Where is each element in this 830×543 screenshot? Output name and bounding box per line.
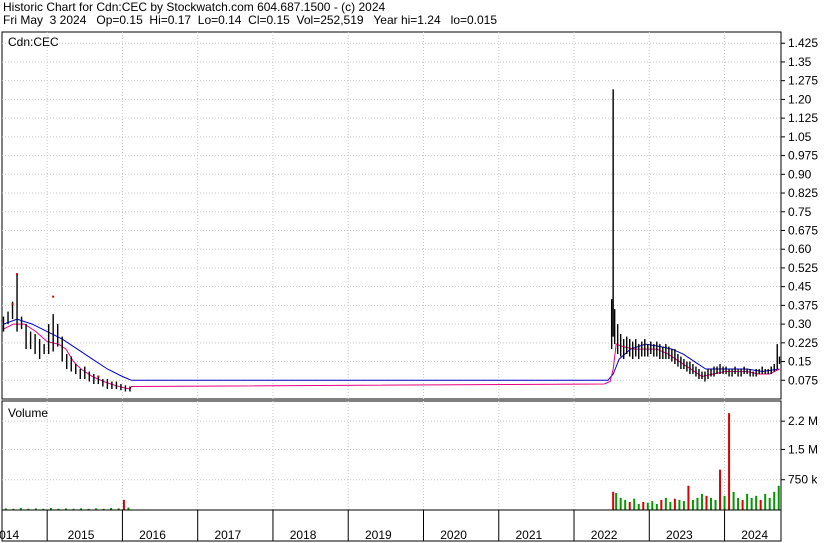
volume-bar [773, 491, 776, 510]
year-label: 2024 [741, 528, 768, 542]
year-label: 2016 [139, 528, 166, 542]
volume-bar [642, 501, 645, 510]
volume-bar [615, 493, 618, 510]
price-marker [11, 303, 14, 306]
volume-tick-label: 1.5 M [788, 442, 818, 456]
volume-bar [696, 497, 699, 510]
price-marker [97, 375, 100, 378]
volume-bar [687, 485, 690, 510]
volume-bar [628, 501, 631, 510]
price-panel: 1.425 1.35 1.275 1.20 1.125 1.05 0.975 0.90 0.82… [1, 31, 818, 400]
price-tick-label: 0.225 [788, 336, 818, 350]
year-label: 2020 [440, 528, 467, 542]
volume-bar [741, 499, 744, 510]
volume-bar [664, 497, 667, 510]
price-tick-label: 0.15 [788, 355, 812, 369]
volume-bar [728, 413, 731, 510]
price-tick-label: 0.975 [788, 149, 818, 163]
year-label: 2019 [365, 528, 392, 542]
volume-bar [678, 499, 681, 510]
price-panel-frame [1, 31, 782, 400]
price-axis: 1.425 1.35 1.275 1.20 1.125 1.05 0.975 0.90 0.82… [781, 36, 818, 387]
volume-bar [646, 502, 649, 510]
volume-bar [710, 497, 713, 510]
price-marker [52, 295, 55, 298]
price-marker [16, 273, 19, 276]
year-label: 2015 [68, 528, 95, 542]
volume-bar [737, 497, 740, 510]
volume-label: Volume [8, 406, 48, 420]
price-tick-label: 0.60 [788, 242, 812, 256]
price-tick-label: 1.425 [788, 36, 818, 50]
volume-tick-label: 2.2 M [788, 414, 818, 428]
price-tick-label: 0.90 [788, 167, 812, 181]
volume-bar [682, 501, 685, 510]
price-tick-label: 1.35 [788, 55, 812, 69]
volume-bar [624, 499, 627, 510]
volume-bar [651, 501, 654, 510]
price-tick-label: 0.375 [788, 298, 818, 312]
volume-bar [750, 497, 753, 510]
volume-panel: 2.2 M 1.5 M 750 k Volume [1, 400, 818, 511]
price-tick-label: 1.275 [788, 74, 818, 88]
price-tick-label: 0.675 [788, 223, 818, 237]
volume-bar [633, 498, 636, 510]
volume-bar [714, 499, 717, 510]
volume-bar [759, 499, 762, 510]
volume-bar [755, 495, 758, 510]
volume-bar [637, 503, 640, 510]
volume-bar [764, 493, 767, 510]
year-label: 2022 [591, 528, 618, 542]
historic-chart: 1.425 1.35 1.275 1.20 1.125 1.05 0.975 0.90 0.82… [0, 31, 818, 542]
price-tick-label: 1.05 [788, 130, 812, 144]
price-tick-label: 0.45 [788, 280, 812, 294]
volume-bar [669, 501, 672, 510]
volume-bar [732, 491, 735, 510]
time-axis: 2014 2015 2016 2017 2018 2019 2020 2021 2022 2023… [0, 509, 782, 542]
price-tick-label: 0.075 [788, 373, 818, 387]
year-label: 2014 [0, 528, 19, 542]
price-tick-label: 0.30 [788, 317, 812, 331]
volume-bar [768, 497, 771, 510]
volume-axis: 2.2 M 1.5 M 750 k [781, 414, 818, 487]
volume-bar [619, 497, 622, 510]
volume-bar [723, 495, 726, 510]
volume-bar [719, 469, 722, 510]
price-tick-label: 1.20 [788, 92, 812, 106]
symbol-label: Cdn:CEC [8, 35, 59, 49]
year-label: 2021 [516, 528, 543, 542]
volume-bar [700, 493, 703, 510]
year-label: 2017 [214, 528, 241, 542]
volume-bar [655, 503, 658, 510]
year-label: 2018 [290, 528, 317, 542]
volume-bar [660, 499, 663, 510]
year-label: 2023 [666, 528, 693, 542]
volume-tick-label: 750 k [788, 473, 818, 487]
volume-bar [673, 498, 676, 510]
volume-bar [746, 493, 749, 510]
price-tick-label: 0.75 [788, 205, 812, 219]
volume-bar [122, 499, 125, 510]
price-tick-label: 1.125 [788, 111, 818, 125]
volume-bar [705, 495, 708, 510]
price-tick-label: 0.825 [788, 186, 818, 200]
volume-bar [691, 499, 694, 510]
volume-bar [777, 485, 780, 510]
price-tick-label: 0.525 [788, 261, 818, 275]
volume-panel-frame [1, 400, 782, 511]
volume-bar [612, 491, 615, 510]
